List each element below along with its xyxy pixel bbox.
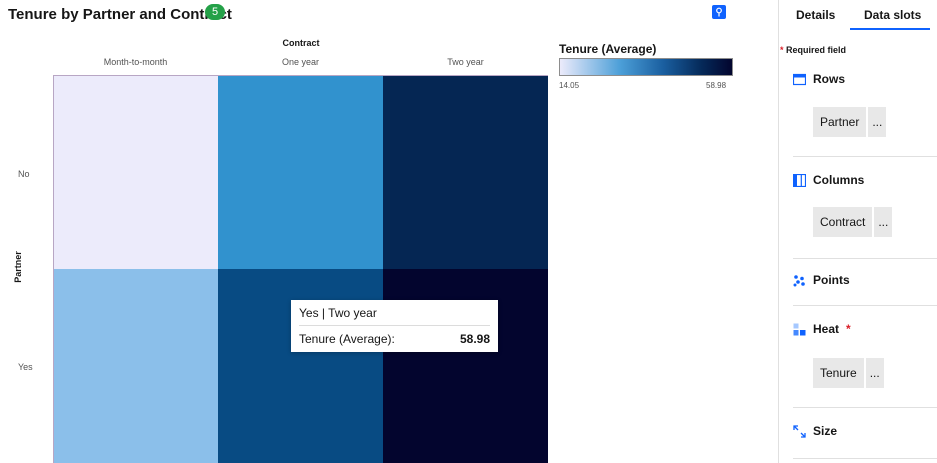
rows-icon	[793, 73, 806, 86]
separator	[793, 156, 937, 157]
chart-title: Tenure by Partner and Contract	[8, 6, 232, 23]
separator	[793, 407, 937, 408]
pin-button[interactable]	[712, 5, 726, 19]
slot-points-label: Points	[813, 273, 850, 287]
heat-chip-label[interactable]: Tenure	[813, 358, 864, 388]
heat-icon	[793, 323, 806, 336]
panel-divider	[778, 0, 779, 463]
legend-min-label: 14.05	[559, 81, 580, 90]
required-marker: *	[846, 322, 851, 336]
size-icon	[793, 424, 806, 438]
row-label-no: No	[18, 169, 30, 179]
active-tab-indicator	[850, 28, 930, 30]
slot-heat: Heat *	[793, 322, 851, 336]
slot-size-label: Size	[813, 424, 838, 438]
heatmap-cell-no-two-year[interactable]	[383, 75, 548, 269]
slot-columns-label: Columns	[813, 173, 865, 187]
heatmap-cell-no-month-to-month[interactable]	[53, 75, 218, 269]
cell-tooltip: Yes | Two year Tenure (Average): 58.98	[291, 300, 498, 352]
heat-chip[interactable]: Tenure ...	[813, 358, 884, 388]
heat-chip-more-button[interactable]: ...	[864, 358, 884, 388]
columns-chip-more-button[interactable]: ...	[873, 207, 893, 237]
slot-size: Size	[793, 424, 837, 438]
x-axis-title: Contract	[282, 38, 320, 48]
tooltip-label: Tenure (Average):	[299, 332, 395, 346]
slot-rows: Rows	[793, 72, 845, 86]
heatmap-cell-yes-one-year[interactable]	[218, 269, 383, 463]
columns-chip-label[interactable]: Contract	[813, 207, 873, 237]
separator	[793, 458, 937, 459]
separator	[793, 305, 937, 306]
rows-chip-label[interactable]: Partner	[813, 107, 867, 137]
column-label-two-year: Two year	[447, 57, 484, 67]
columns-chip[interactable]: Contract ...	[813, 207, 893, 237]
heatmap-cell-no-one-year[interactable]	[218, 75, 383, 269]
separator	[793, 258, 937, 259]
slot-heat-label: Heat	[813, 322, 840, 336]
legend-max-label: 58.98	[706, 81, 727, 90]
tooltip-header: Yes | Two year	[299, 300, 490, 326]
row-label-yes: Yes	[18, 362, 33, 372]
heatmap-cell-yes-two-year[interactable]	[383, 269, 548, 463]
legend-title: Tenure (Average)	[559, 42, 657, 56]
points-icon	[793, 274, 806, 287]
y-axis-title: Partner	[13, 251, 23, 283]
count-badge: 5	[205, 4, 225, 20]
slot-points: Points	[793, 273, 850, 287]
tab-details[interactable]: Details	[796, 8, 835, 22]
pin-icon	[716, 7, 722, 17]
column-label-month-to-month: Month-to-month	[103, 57, 168, 67]
required-field-note: * Required field	[780, 45, 847, 55]
slot-rows-label: Rows	[813, 72, 846, 86]
columns-icon	[793, 173, 806, 187]
legend-color-scale	[559, 58, 733, 76]
rows-chip[interactable]: Partner ...	[813, 107, 887, 137]
tooltip-value: 58.98	[459, 332, 490, 346]
slot-columns: Columns	[793, 173, 864, 187]
tab-data-slots[interactable]: Data slots	[864, 8, 921, 22]
heatmap-cell-yes-month-to-month[interactable]	[53, 269, 218, 463]
column-label-one-year: One year	[281, 57, 320, 67]
rows-chip-more-button[interactable]: ...	[867, 107, 887, 137]
